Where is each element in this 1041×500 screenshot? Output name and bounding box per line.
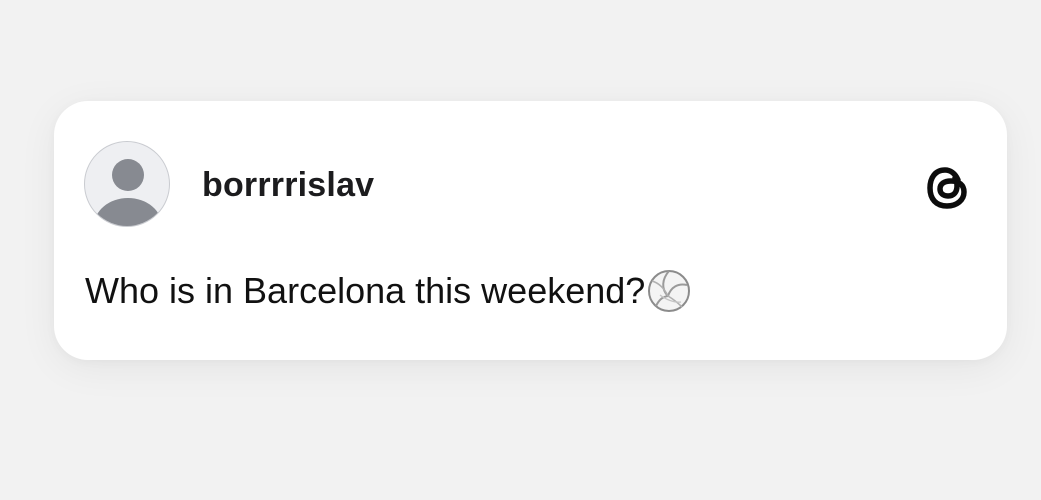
post-text: Who is in Barcelona this weekend? bbox=[85, 269, 691, 313]
username[interactable]: borrrrislav bbox=[202, 165, 374, 205]
default-avatar-icon[interactable] bbox=[84, 141, 170, 227]
post-text-content: Who is in Barcelona this weekend? bbox=[85, 270, 646, 311]
threads-logo-icon bbox=[922, 161, 974, 213]
threads-post-card[interactable]: borrrrislav Who is in Barcelona this wee… bbox=[54, 101, 1007, 360]
volleyball-icon bbox=[647, 269, 691, 313]
